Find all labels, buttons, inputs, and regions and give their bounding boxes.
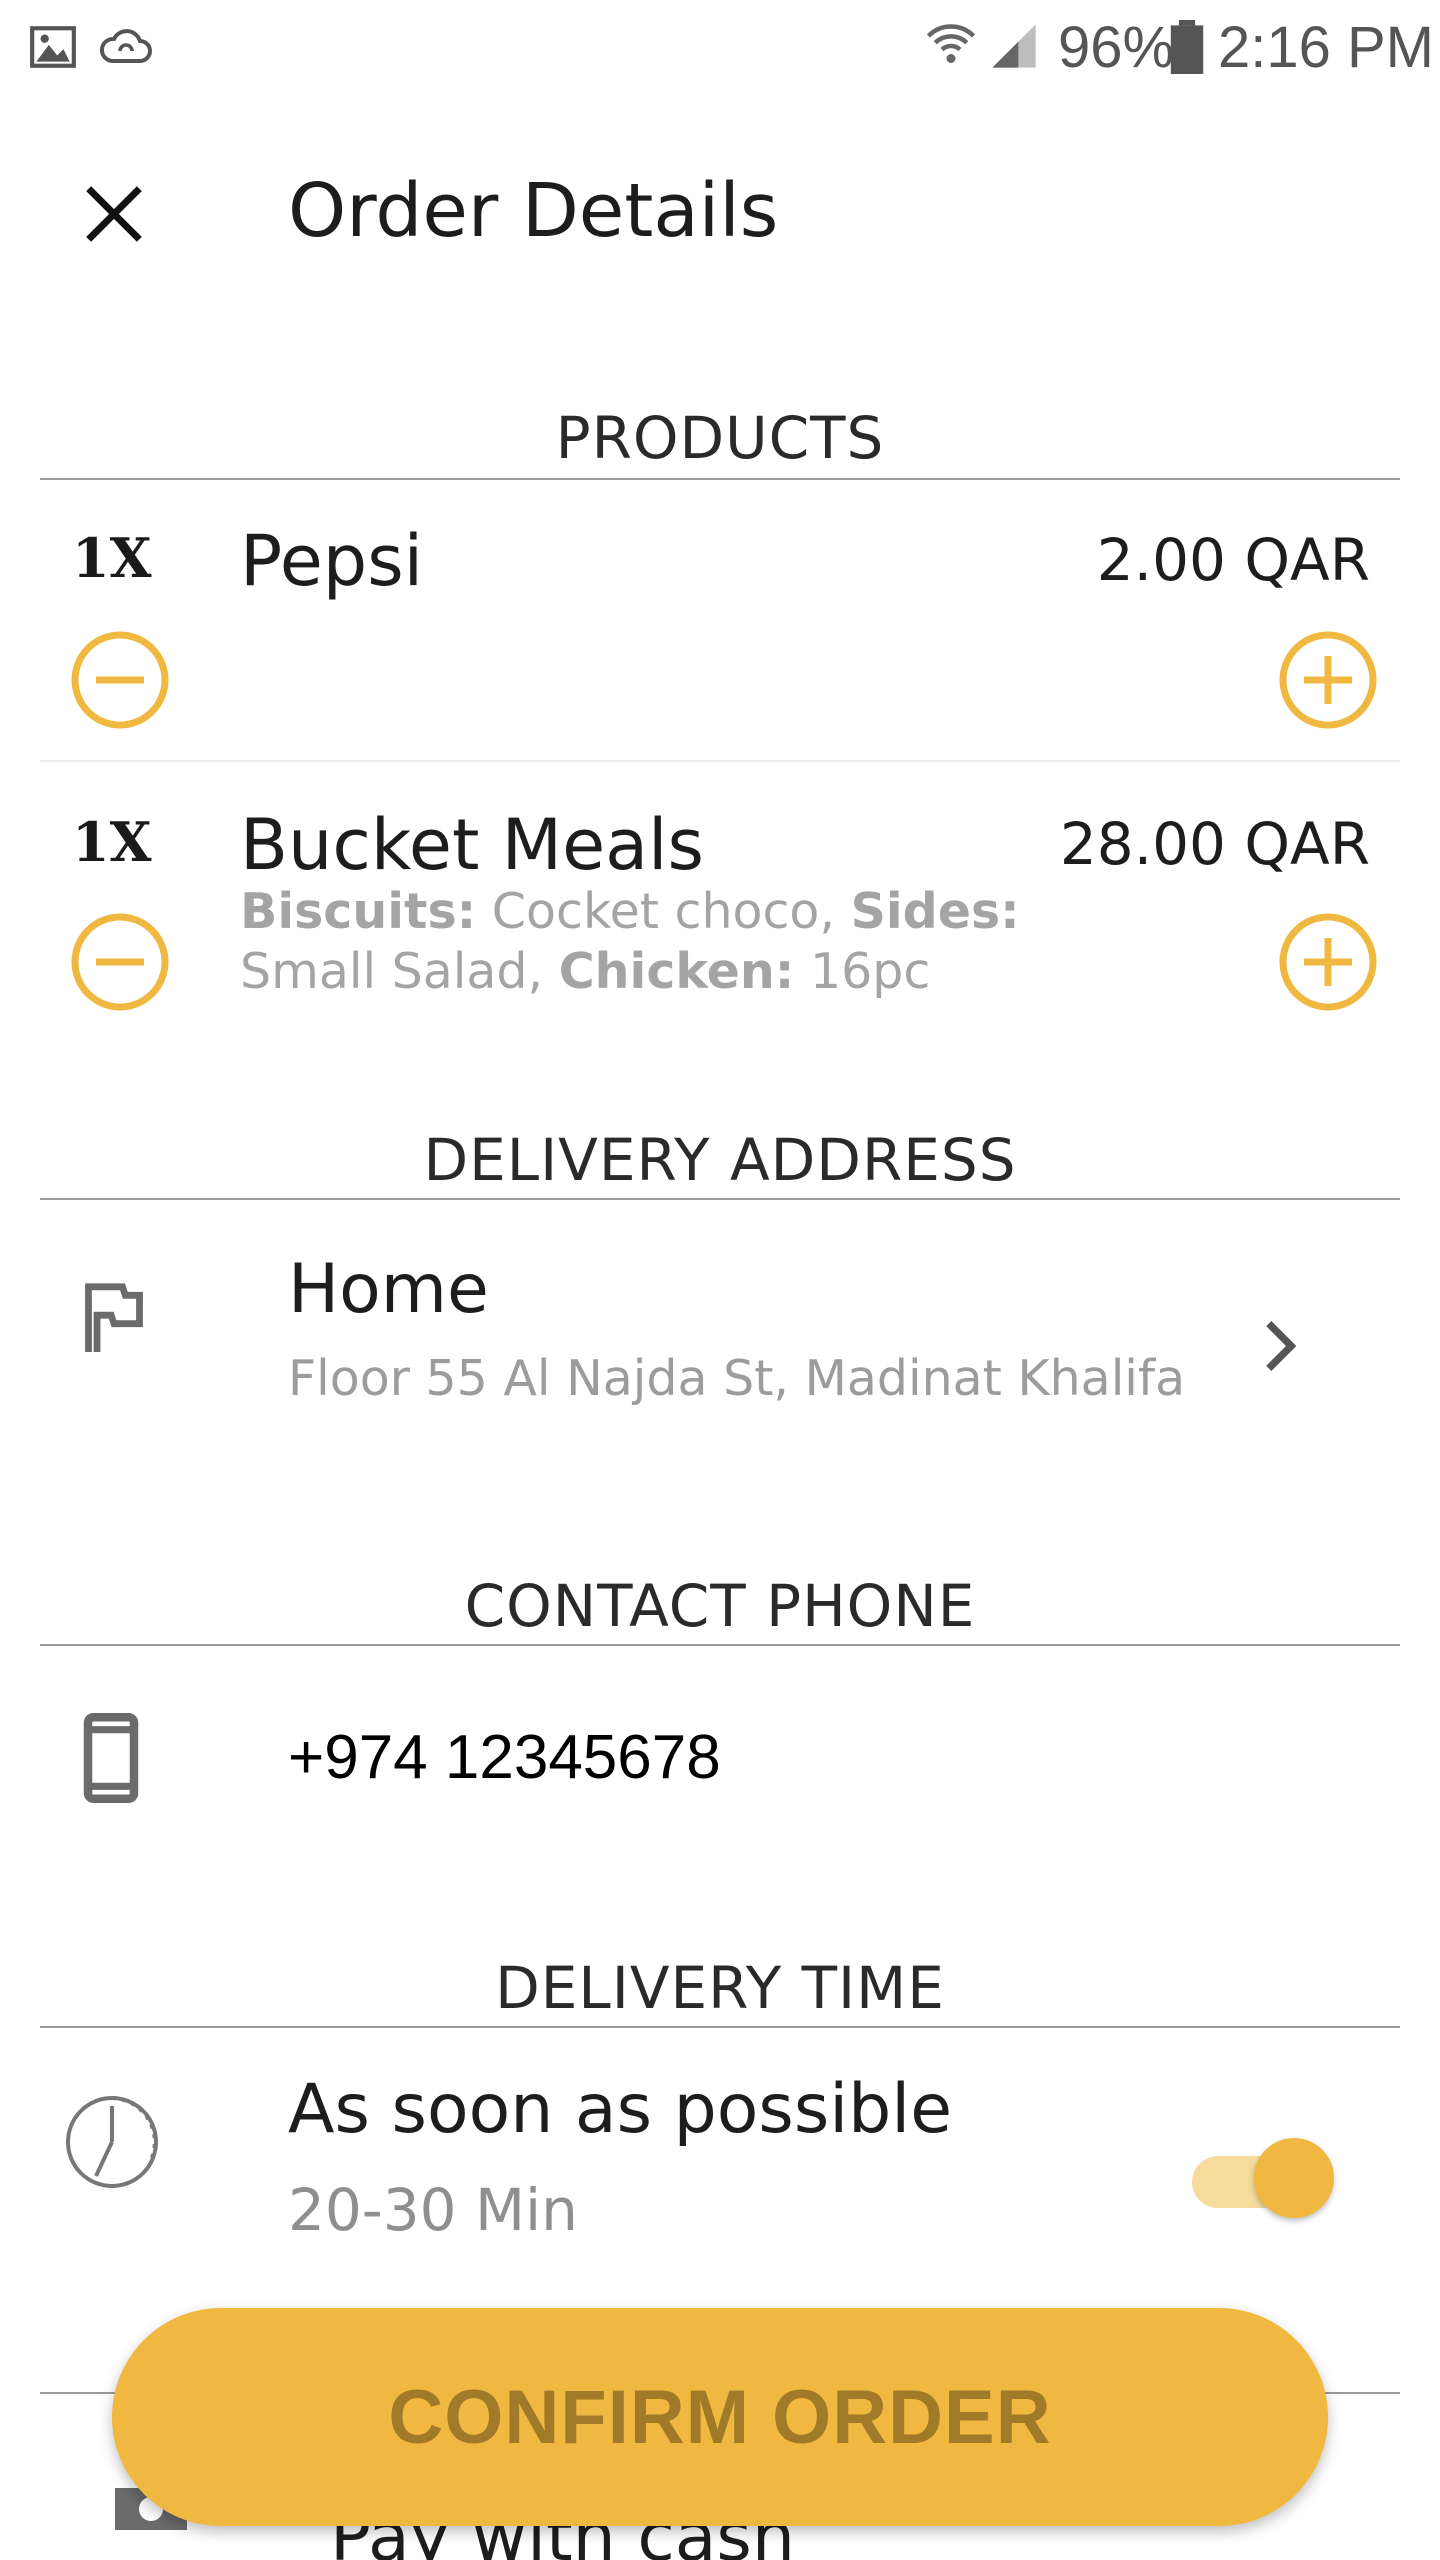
confirm-order-label: CONFIRM ORDER bbox=[388, 2374, 1052, 2460]
flag-icon bbox=[85, 1283, 143, 1352]
section-contact-phone-label: CONTACT PHONE bbox=[464, 1572, 976, 1640]
plus-circle-icon[interactable] bbox=[1278, 630, 1378, 730]
section-products-label: PRODUCTS bbox=[555, 404, 885, 472]
phone-number: +974 12345678 bbox=[288, 1723, 721, 1792]
product-qty: 1X bbox=[72, 810, 152, 874]
delivery-time-detail: 20-30 Min bbox=[288, 2176, 578, 2244]
product-row: 1X Bucket Meals 28.00 QAR Biscuits: Cock… bbox=[0, 762, 1440, 1062]
page-title: Order Details bbox=[288, 168, 779, 254]
minus-circle-icon[interactable] bbox=[70, 912, 170, 1012]
option-value: Small Salad, bbox=[240, 943, 559, 1000]
product-name: Pepsi bbox=[240, 520, 424, 602]
product-price: 28.00 QAR bbox=[1059, 810, 1370, 878]
battery-icon bbox=[1170, 20, 1204, 74]
option-label: Sides: bbox=[850, 883, 1020, 940]
close-icon[interactable] bbox=[76, 176, 152, 252]
wifi-icon bbox=[926, 24, 976, 63]
product-price: 2.00 QAR bbox=[1096, 526, 1370, 594]
section-delivery-time-label: DELIVERY TIME bbox=[495, 1954, 945, 2022]
clock-icon bbox=[66, 2096, 158, 2188]
image-icon bbox=[30, 26, 76, 68]
delivery-time-title: As soon as possible bbox=[288, 2070, 953, 2149]
asap-toggle[interactable] bbox=[1192, 2138, 1338, 2218]
product-qty: 1X bbox=[72, 526, 152, 590]
minus-circle-icon[interactable] bbox=[70, 630, 170, 730]
option-value: 16pc bbox=[794, 943, 931, 1000]
option-label: Biscuits: bbox=[240, 883, 477, 940]
product-name: Bucket Meals bbox=[240, 804, 704, 886]
smartphone-icon bbox=[83, 1713, 139, 1803]
product-row: 1X Pepsi 2.00 QAR bbox=[0, 480, 1440, 760]
toggle-knob bbox=[1254, 2138, 1334, 2218]
option-value: Cocket choco, bbox=[476, 883, 851, 940]
confirm-order-button[interactable]: CONFIRM ORDER bbox=[112, 2308, 1328, 2526]
clock-time: 2:16 PM bbox=[1218, 15, 1434, 80]
signal-icon bbox=[992, 24, 1036, 68]
plus-circle-icon[interactable] bbox=[1278, 912, 1378, 1012]
option-label: Chicken: bbox=[558, 943, 795, 1000]
chevron-right-icon bbox=[1266, 1321, 1297, 1371]
address-row[interactable]: Home Floor 55 Al Najda St, Madinat Khali… bbox=[0, 1200, 1440, 1440]
product-options: Biscuits: Cocket choco, Sides: Small Sal… bbox=[240, 882, 1020, 1002]
address-detail: Floor 55 Al Najda St, Madinat Khalifa bbox=[288, 1350, 1186, 1407]
section-delivery-address-label: DELIVERY ADDRESS bbox=[423, 1126, 1017, 1194]
address-title: Home bbox=[288, 1250, 489, 1329]
phone-row[interactable]: +974 12345678 bbox=[0, 1646, 1440, 1866]
status-bar: 96% 2:16 PM bbox=[0, 0, 1440, 96]
battery-percent: 96% bbox=[1058, 15, 1175, 80]
cloud-sync-icon bbox=[99, 29, 152, 63]
